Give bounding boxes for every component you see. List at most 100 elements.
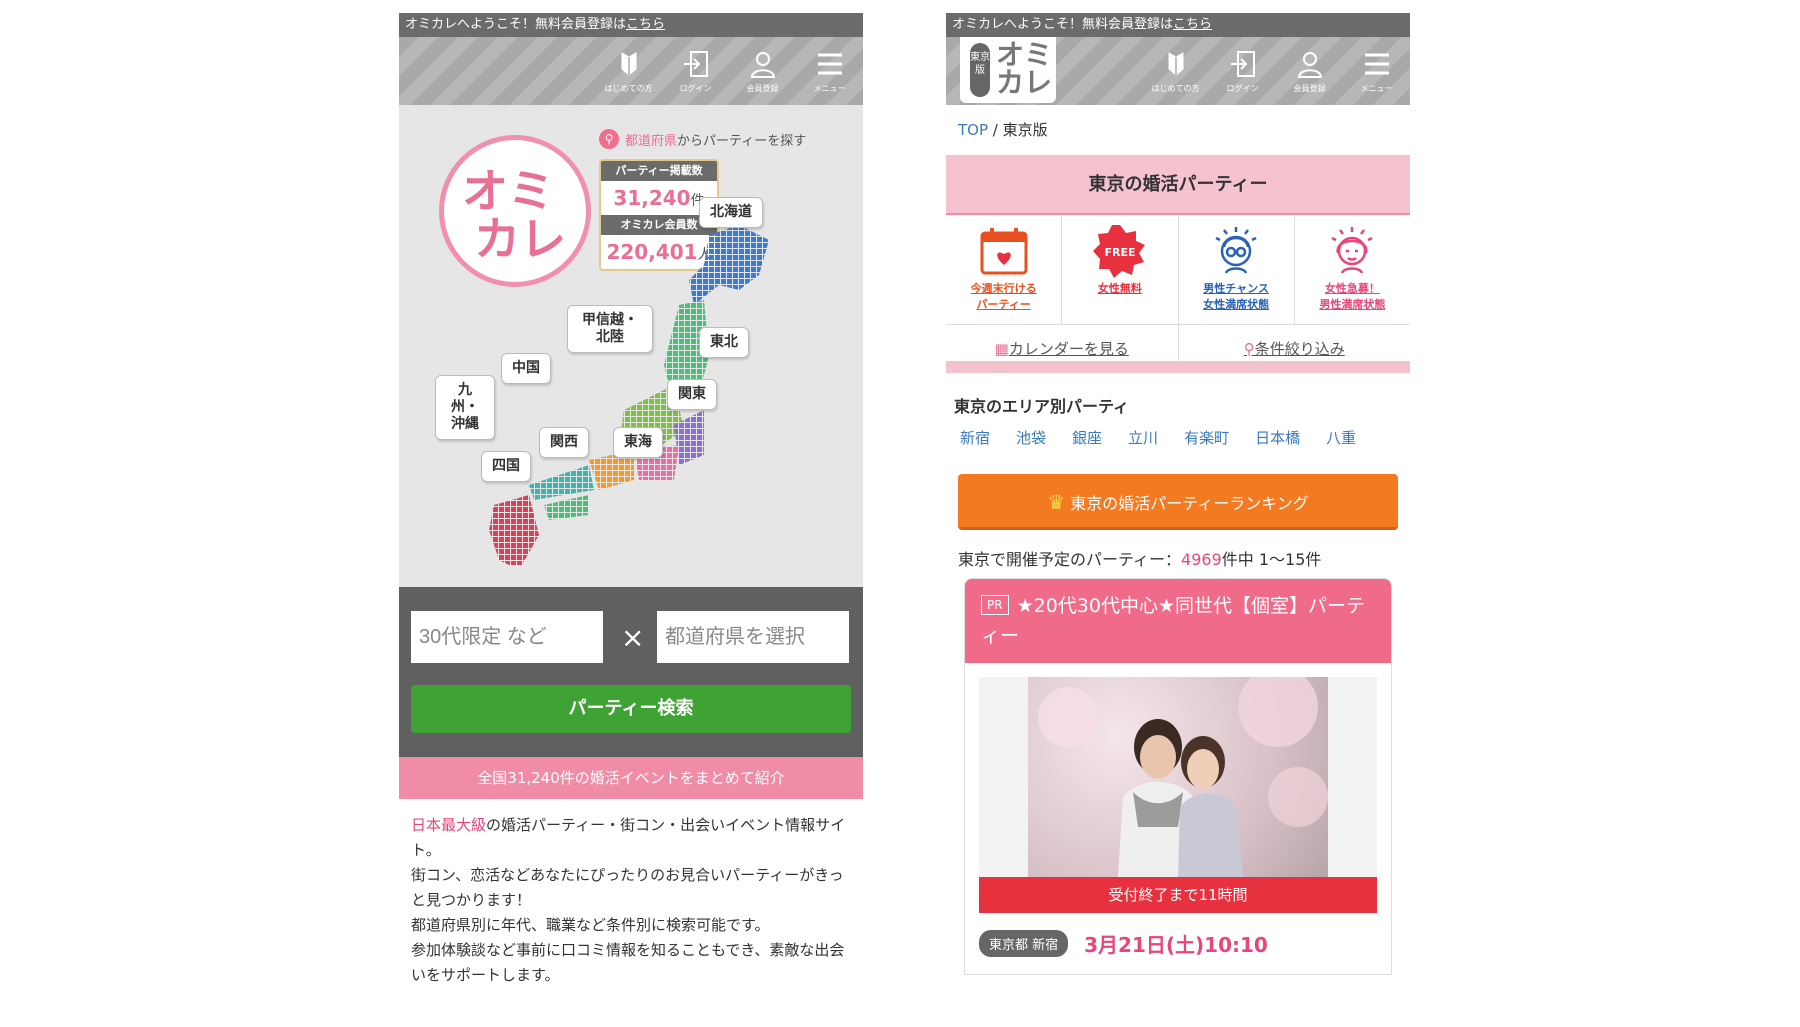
register-link[interactable]: こちら — [626, 17, 665, 32]
nav-login[interactable]: ログイン — [1209, 37, 1276, 105]
nav: はじめての方 ログイン 会員登録 メニュー — [595, 37, 863, 105]
nav-label: 会員登録 — [1293, 83, 1326, 93]
search-by-prefecture: ⚲ 都道府県からパーティーを探す — [599, 129, 806, 149]
feature-links: 今週末行ける パーティー FREE 女性無料 男性チャンス 女性満席状態 女性急… — [946, 215, 1410, 325]
intro-text: 日本最大級の婚活パーティー・街コン・出会いイベント情報サイト。 街コン、恋活など… — [399, 799, 863, 1002]
tokyo-logo[interactable]: 東京版 オミカレ — [960, 37, 1056, 103]
search-pref-text: からパーティーを探す — [677, 133, 807, 149]
user-icon — [750, 51, 775, 78]
feature-women-free[interactable]: FREE 女性無料 — [1062, 215, 1179, 324]
area-link[interactable]: 銀座 — [1072, 427, 1102, 448]
keyword-input[interactable]: 30代限定 など — [411, 611, 603, 663]
region-kansai[interactable]: 関西 — [539, 427, 589, 458]
stat-label: パーティー掲載数 — [601, 161, 717, 181]
nav-register[interactable]: 会員登録 — [1276, 37, 1343, 105]
region-tokai[interactable]: 東海 — [613, 427, 663, 458]
welcome-bar: オミカレへようこそ！無料会員登録はこちら — [399, 13, 863, 37]
filter-link[interactable]: ⚲条件絞り込み — [1179, 325, 1411, 361]
tokyo-tag: 東京版 — [970, 43, 990, 97]
magnifier-icon: ⚲ — [1243, 340, 1255, 358]
breadcrumb-top[interactable]: TOP — [958, 121, 988, 139]
login-icon — [683, 50, 708, 77]
region-tohoku[interactable]: 東北 — [699, 327, 749, 358]
feature-men-chance[interactable]: 男性チャンス 女性満席状態 — [1179, 215, 1295, 324]
calendar-icon — [980, 228, 1028, 275]
right-screen: オミカレへようこそ！無料会員登録はこちら 東京版 オミカレ はじめての方 ログイ… — [946, 13, 1410, 1021]
feature-women-wanted[interactable]: 女性急募！ 男性満席状態 — [1295, 215, 1410, 324]
area-section-title: 東京のエリア別パーティ — [954, 397, 1130, 416]
login-icon — [1230, 50, 1255, 77]
region-kyushu-okinawa[interactable]: 九州・沖縄 — [435, 375, 495, 440]
intro-paragraph: 日本最大級の婚活パーティー・街コン・出会いイベント情報サイト。 — [411, 816, 846, 859]
beginner-icon — [621, 51, 636, 76]
welcome-text: オミカレへようこそ！無料会員登録は — [405, 17, 627, 32]
nav-login[interactable]: ログイン — [662, 37, 729, 105]
region-kanto[interactable]: 関東 — [667, 379, 717, 410]
search-icon: ⚲ — [599, 129, 619, 149]
nav-label: 会員登録 — [746, 83, 779, 93]
svg-text:FREE: FREE — [1104, 246, 1135, 259]
breadcrumb: TOP / 東京版 — [946, 105, 1410, 155]
intro-paragraph: 参加体験談など事前に口コミ情報を知ることもでき、素敵な出会いをサポートします。 — [411, 941, 845, 984]
man-face-icon — [1215, 227, 1257, 274]
nav-register[interactable]: 会員登録 — [729, 37, 796, 105]
event-date: 3月21日(土)10:10 — [1084, 933, 1268, 957]
feature-label: 女性無料 — [1097, 282, 1142, 295]
ranking-label: 東京の婚活パーティーランキング — [1070, 494, 1309, 513]
pr-badge: PR — [981, 595, 1009, 615]
secondary-links: ▦カレンダーを見る ⚲条件絞り込み — [946, 325, 1410, 373]
area-link[interactable]: 日本橋 — [1255, 427, 1300, 448]
intro-paragraph: 都道府県別に年代、職業など条件別に検索可能です。 — [411, 916, 770, 934]
nav: はじめての方 ログイン 会員登録 メニュー — [1142, 37, 1410, 105]
feature-label: 今週末行ける パーティー — [970, 282, 1037, 311]
couple-photo — [1028, 667, 1328, 877]
nav-menu[interactable]: メニュー — [796, 37, 863, 105]
area-link[interactable]: 立川 — [1128, 427, 1158, 448]
user-icon — [1297, 51, 1322, 78]
prefecture-select[interactable]: 都道府県を選択 — [657, 611, 849, 663]
nav-label: はじめての方 — [604, 83, 653, 93]
breadcrumb-current: 東京版 — [1002, 121, 1048, 139]
search-panel: 30代限定 など × 都道府県を選択 パーティー検索 — [399, 587, 863, 757]
area-link[interactable]: 八重 — [1326, 427, 1356, 448]
welcome-bar: オミカレへようこそ！無料会員登録はこちら — [946, 13, 1410, 37]
region-koshinetsu-hokuriku[interactable]: 甲信越・北陸 — [567, 305, 653, 353]
card-photo[interactable] — [979, 667, 1377, 877]
nav-menu[interactable]: メニュー — [1343, 37, 1410, 105]
logo-text: オミカレ — [996, 38, 1053, 99]
card-title-text: ★20代30代中心★同世代【個室】パーティー — [981, 595, 1365, 647]
nav-label: ログイン — [1226, 83, 1259, 93]
kyushu-area — [489, 495, 539, 565]
shikoku-area — [544, 495, 589, 520]
nav-beginner[interactable]: はじめての方 — [1142, 37, 1209, 105]
beginner-icon — [1168, 51, 1183, 76]
party-card[interactable]: PR ★20代30代中心★同世代【個室】パーティー 受付終了まで11時間 東京都… — [964, 578, 1392, 975]
region-shikoku[interactable]: 四国 — [481, 451, 531, 482]
region-hokkaido[interactable]: 北海道 — [699, 197, 763, 228]
card-title[interactable]: PR ★20代30代中心★同世代【個室】パーティー — [965, 579, 1391, 663]
party-search-button[interactable]: パーティー検索 — [411, 685, 851, 733]
search-pref-highlight: 都道府県 — [625, 133, 678, 149]
event-count-banner: 全国31,240件の婚活イベントをまとめて紹介 — [399, 757, 863, 799]
nav-beginner[interactable]: はじめての方 — [595, 37, 662, 105]
area-link[interactable]: 池袋 — [1016, 427, 1046, 448]
nav-label: メニュー — [813, 83, 846, 93]
calendar-link[interactable]: ▦カレンダーを見る — [946, 325, 1179, 361]
feature-this-weekend[interactable]: 今週末行ける パーティー — [946, 215, 1063, 324]
hokkaido-area — [689, 225, 769, 305]
times-icon: × — [621, 621, 645, 654]
menu-icon — [817, 53, 842, 74]
feature-label: 男性チャンス 女性満席状態 — [1203, 282, 1270, 311]
area-link[interactable]: 有楽町 — [1184, 427, 1229, 448]
area-link[interactable]: 新宿 — [960, 427, 990, 448]
intro-paragraph: 街コン、恋活などあなたにぴったりのお見合いパーティーがきっと見つかります！ — [411, 866, 844, 909]
calendar-small-icon: ▦ — [994, 340, 1009, 358]
register-link[interactable]: こちら — [1173, 17, 1212, 32]
nav-label: ログイン — [679, 83, 712, 93]
feature-label: 女性急募！ 男性満席状態 — [1319, 282, 1386, 311]
region-chugoku[interactable]: 中国 — [501, 353, 551, 384]
deadline-banner: 受付終了まで11時間 — [979, 877, 1377, 913]
ranking-button[interactable]: ♛ 東京の婚活パーティーランキング — [958, 474, 1398, 530]
area-tabs: 新宿 池袋 銀座 立川 有楽町 日本橋 八重 — [946, 423, 1410, 452]
left-screen: オミカレへようこそ！無料会員登録はこちら はじめての方 ログイン 会員登録 メニ… — [399, 13, 863, 1021]
